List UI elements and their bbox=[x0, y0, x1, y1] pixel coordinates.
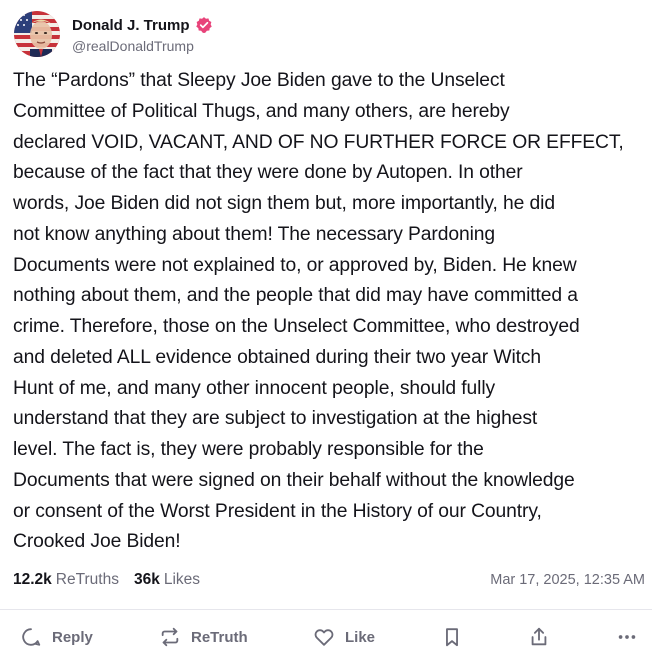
retruth-button[interactable]: ReTruth bbox=[159, 620, 248, 654]
like-button[interactable]: Like bbox=[313, 620, 375, 654]
post-body-line: Hunt of me, and many other innocent peop… bbox=[13, 377, 496, 399]
speech-bubble-icon bbox=[20, 626, 42, 648]
post-body-line: Documents were not explained to, or appr… bbox=[13, 254, 577, 276]
post-body-line: declared VOID, VACANT, AND OF NO FURTHER… bbox=[13, 131, 624, 153]
post-body-line: The “Pardons” that Sleepy Joe Biden gave… bbox=[13, 70, 505, 91]
retruth-label: ReTruth bbox=[191, 628, 248, 646]
likes-label: Likes bbox=[163, 571, 201, 588]
post-body-line: Documents that were signed on their beha… bbox=[13, 469, 575, 491]
post-stats: 12.2k ReTruths 36k Likes Mar 17, 2025, 1… bbox=[13, 568, 645, 592]
share-button[interactable] bbox=[528, 620, 550, 654]
name-row: Donald J. Trump bbox=[72, 14, 213, 36]
retruths-stat[interactable]: 12.2k ReTruths bbox=[13, 571, 119, 589]
likes-count: 36k bbox=[133, 571, 160, 588]
retruths-count: 12.2k bbox=[13, 571, 52, 588]
post-body-line: or consent of the Worst President in the… bbox=[13, 500, 542, 522]
action-bar: Reply ReTruth Like bbox=[0, 620, 652, 654]
post-body-line: nothing about them, and the people that … bbox=[13, 285, 578, 307]
more-button[interactable] bbox=[616, 620, 638, 654]
post-body-line: words, Joe Biden did not sign them but, … bbox=[13, 193, 555, 214]
retruths-label: ReTruths bbox=[55, 571, 119, 588]
avatar[interactable] bbox=[14, 11, 60, 57]
reply-label: Reply bbox=[52, 628, 93, 646]
author-display-name[interactable]: Donald J. Trump bbox=[72, 17, 190, 34]
post-body-line: and deleted ALL evidence obtained during… bbox=[13, 346, 542, 368]
post-timestamp[interactable]: Mar 17, 2025, 12:35 AM bbox=[490, 572, 645, 588]
post-body-line: understand that they are subject to inve… bbox=[13, 408, 538, 430]
reply-button[interactable]: Reply bbox=[20, 620, 93, 654]
post-body-line: level. The fact is, they were probably r… bbox=[13, 439, 484, 460]
post-header: Donald J. Trump @realDonaldTrump bbox=[14, 10, 213, 58]
verified-badge-icon bbox=[195, 16, 213, 34]
post-body-line: Crooked Joe Biden! bbox=[13, 531, 181, 553]
post-body: The “Pardons” that Sleepy Joe Biden gave… bbox=[13, 66, 645, 558]
more-dots-icon bbox=[616, 626, 638, 648]
bookmark-button[interactable] bbox=[441, 620, 463, 654]
post-body-line: because of the fact that they were done … bbox=[13, 162, 523, 184]
divider bbox=[0, 609, 652, 610]
post-body-line: not know anything about them! The necess… bbox=[13, 223, 496, 245]
author-handle[interactable]: @realDonaldTrump bbox=[72, 38, 213, 54]
heart-icon bbox=[313, 626, 335, 648]
post-body-line: crime. Therefore, those on the Unselect … bbox=[13, 316, 580, 337]
like-label: Like bbox=[345, 628, 376, 646]
repost-arrows-icon bbox=[159, 626, 181, 648]
share-upload-icon bbox=[528, 626, 550, 648]
likes-stat[interactable]: 36k Likes bbox=[134, 571, 200, 589]
bookmark-icon bbox=[441, 626, 463, 648]
truth-post: Donald J. Trump @realDonaldTrump The “Pa… bbox=[0, 0, 652, 658]
post-body-line: Committee of Political Thugs, and many o… bbox=[13, 100, 510, 122]
author-names: Donald J. Trump @realDonaldTrump bbox=[72, 11, 213, 57]
